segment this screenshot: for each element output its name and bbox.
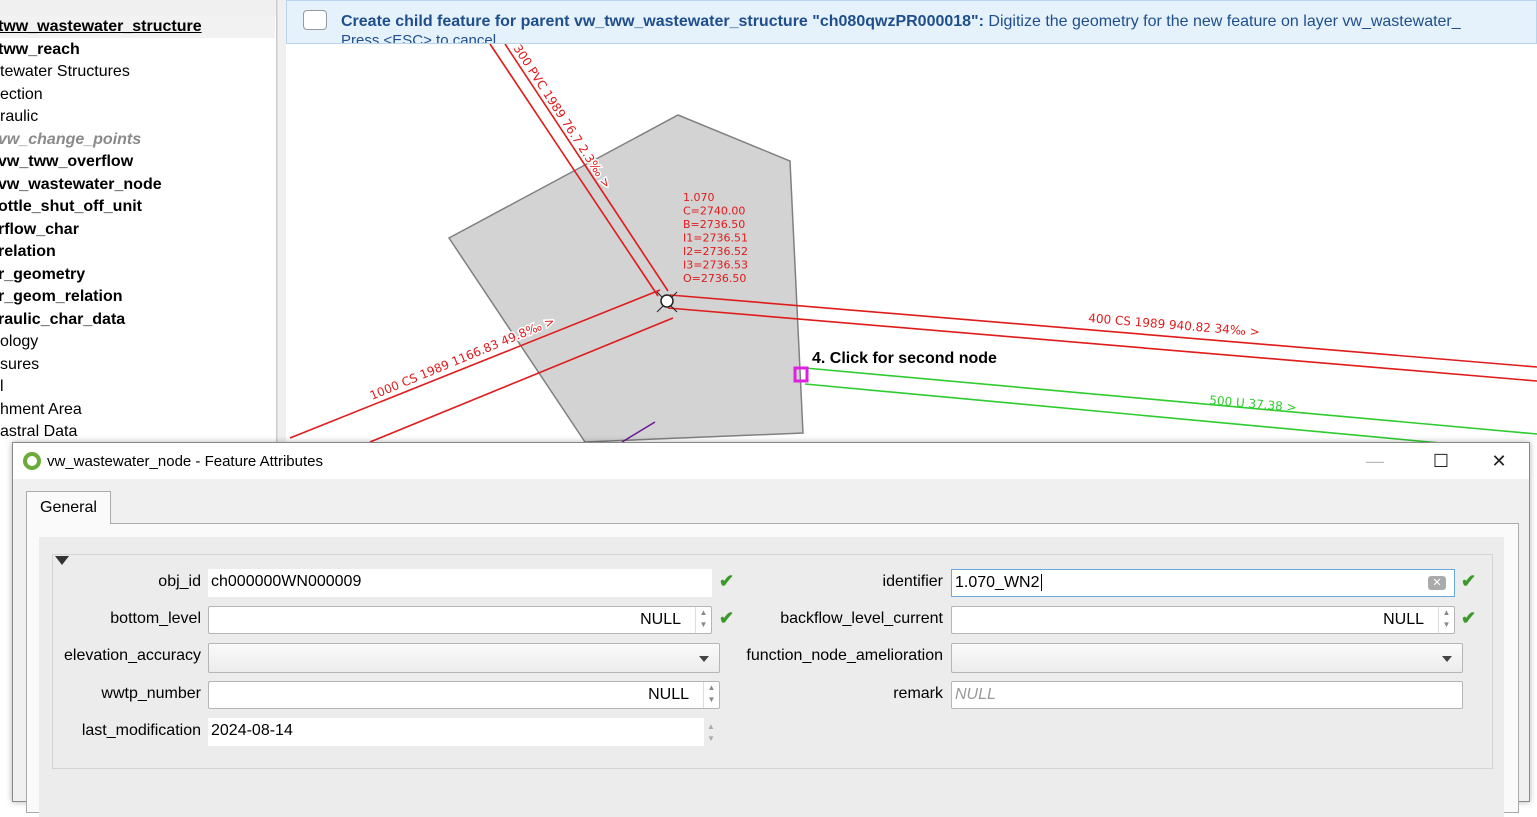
layer-item[interactable]: sures	[0, 354, 39, 376]
maximize-button[interactable]: ☐	[1413, 443, 1469, 479]
layer-item[interactable]: raulic_char_data	[0, 309, 125, 331]
layer-item[interactable]: tewater Structures	[0, 61, 130, 83]
layer-item[interactable]: ottle_shut_off_unit	[0, 196, 142, 218]
layer-item[interactable]: tww_reach	[0, 39, 80, 61]
layers-panel: tww_wastewater_structure tww_reach tewater…	[0, 0, 277, 442]
function_node_amelioration-label: function_node_amelioration	[746, 647, 943, 664]
layer-item[interactable]: vw_wastewater_node	[0, 174, 162, 196]
function_node_amelioration-field[interactable]	[951, 643, 1463, 673]
layer-item[interactable]: r_geometry	[0, 264, 85, 286]
layer-item[interactable]: ology	[0, 331, 38, 353]
valid-check-icon: ✔	[719, 571, 735, 591]
layer-item[interactable]: relation	[0, 241, 56, 263]
node-label-line: I1=2736.51	[683, 232, 748, 245]
wastewater-structure-polygon[interactable]	[447, 114, 804, 442]
layer-item[interactable]: tww_wastewater_structure	[0, 16, 275, 38]
reach-label-500: 500 U 37.38 >	[1209, 393, 1297, 415]
valid-check-icon: ✔	[1461, 608, 1477, 628]
obj_id-label: obj_id	[158, 573, 201, 590]
elevation_accuracy-field[interactable]	[208, 643, 720, 673]
text-cursor	[1040, 574, 1042, 591]
date-spinner-icon[interactable]: ▲ ▼	[707, 721, 715, 745]
remark-placeholder: NULL	[955, 686, 996, 703]
layer-item[interactable]: vw_tww_overflow	[0, 151, 133, 173]
node-label-line: I2=2736.52	[683, 245, 748, 258]
message-title: Create child feature for parent vw_tww_w…	[341, 13, 984, 30]
reach-label-400: 400 CS 1989 940.82 34‰ >	[1088, 311, 1261, 339]
node-label: 1.070 C=2740.00 B=2736.50 I1=2736.51 I2=2736…	[683, 191, 748, 285]
last_modification-field[interactable]: 2024-08-14	[208, 718, 704, 746]
remark-label: remark	[893, 685, 943, 702]
spinner-arrows-icon[interactable]: ▲ ▼	[703, 682, 719, 708]
wwtp_number-value: NULL	[648, 686, 689, 703]
valid-check-icon: ✔	[1461, 571, 1477, 591]
map-canvas[interactable]: 1.070 C=2740.00 B=2736.50 I1=2736.51 I2=2736…	[286, 0, 1537, 442]
node-label-line: C=2740.00	[683, 205, 745, 218]
annotation-text: 4. Click for second node	[812, 350, 997, 367]
new-reach-line-b[interactable]	[804, 383, 1537, 442]
obj_id-field[interactable]: ch000000WN000009	[208, 569, 712, 597]
map-svg: 1.070 C=2740.00 B=2736.50 I1=2736.51 I2=2736…	[289, 41, 1537, 442]
bottom_level-value: NULL	[640, 611, 681, 628]
layer-item[interactable]: astral Data	[0, 421, 77, 442]
node-label-line: I3=2736.53	[683, 259, 748, 272]
message-bar: Create child feature for parent vw_tww_w…	[286, 0, 1537, 44]
identifier-label: identifier	[882, 573, 943, 590]
layer-item[interactable]: rflow_char	[0, 219, 79, 241]
layers-scrollbar[interactable]	[277, 0, 286, 442]
identifier-field[interactable]: 1.070_WN2 ✕	[951, 569, 1455, 597]
wwtp_number-field[interactable]: NULL ▲ ▼	[208, 681, 720, 709]
node-label-line: B=2736.50	[683, 218, 745, 231]
node-label-line: 1.070	[683, 191, 715, 204]
minimize-button[interactable]: —	[1347, 443, 1403, 479]
backflow_level_current-label: backflow_level_current	[780, 610, 943, 627]
layer-item[interactable]: r_geom_relation	[0, 286, 122, 308]
spinner-arrows-icon[interactable]: ▲ ▼	[1438, 607, 1454, 633]
remark-field[interactable]: NULL	[951, 681, 1463, 709]
identifier-value: 1.070_WN2	[955, 574, 1040, 591]
message-subtext: Press <ESC> to cancel	[341, 32, 497, 44]
elevation_accuracy-label: elevation_accuracy	[64, 647, 201, 664]
wwtp_number-label: wwtp_number	[101, 685, 201, 702]
layer-item[interactable]: ection	[0, 84, 43, 106]
clear-icon[interactable]: ✕	[1428, 576, 1446, 590]
speech-bubble-icon	[303, 10, 327, 30]
backflow_level_current-field[interactable]: NULL ▲ ▼	[951, 606, 1455, 634]
backflow_level_current-value: NULL	[1383, 611, 1424, 628]
chevron-down-icon	[699, 656, 709, 662]
chevron-down-icon	[1442, 656, 1452, 662]
valid-check-icon: ✔	[719, 608, 735, 628]
tab-general[interactable]: General	[26, 491, 111, 524]
layer-item[interactable]: raulic	[0, 106, 38, 128]
new-reach-line-a[interactable]	[804, 367, 1537, 435]
close-button[interactable]: ✕	[1471, 443, 1527, 479]
layer-item[interactable]: vw_change_points	[0, 129, 141, 151]
message-text: Digitize the geometry for the new featur…	[988, 13, 1461, 30]
node-label-line: O=2736.50	[683, 272, 746, 285]
reach-label-pvc: 300 PVC 1989 76.7 2.3‰ >	[510, 42, 613, 191]
collapse-triangle-icon[interactable]	[55, 556, 69, 565]
bottom_level-label: bottom_level	[110, 610, 201, 627]
spinner-arrows-icon[interactable]: ▲ ▼	[695, 607, 711, 633]
layer-item[interactable]: hment Area	[0, 399, 82, 421]
qgis-logo-icon	[23, 452, 41, 470]
layer-item[interactable]: l	[0, 376, 4, 398]
last_modification-value: 2024-08-14	[211, 722, 293, 739]
last_modification-label: last_modification	[81, 722, 201, 739]
obj_id-value: ch000000WN000009	[211, 573, 362, 590]
bottom_level-field[interactable]: NULL ▲ ▼	[208, 606, 712, 634]
dialog-titlebar[interactable]: vw_wastewater_node - Feature Attributes …	[13, 443, 1529, 479]
dialog-title: vw_wastewater_node - Feature Attributes	[47, 453, 323, 470]
layers-toolbar	[0, 0, 276, 16]
